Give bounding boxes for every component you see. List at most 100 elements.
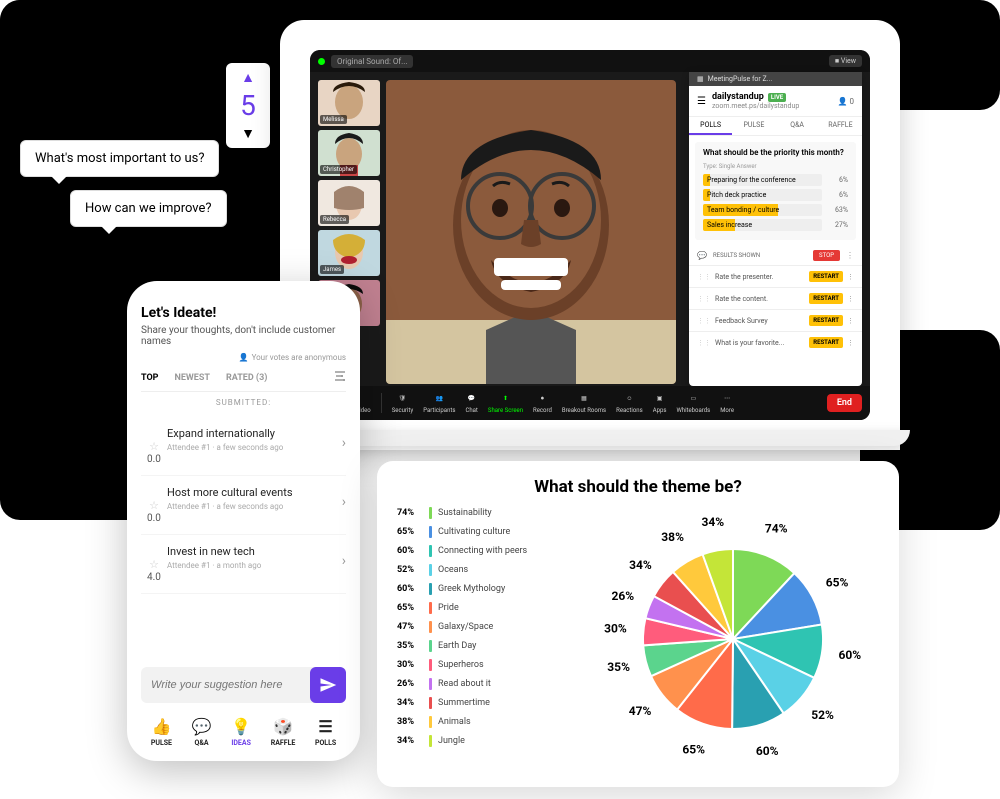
nav-ideas[interactable]: 💡IDEAS <box>231 717 251 747</box>
chat-icon: 💬 <box>192 717 212 736</box>
legend-item: 65%Cultivating culture <box>397 526 587 538</box>
legend-item: 26%Read about it <box>397 678 587 690</box>
share-screen-button[interactable]: ⬆Share Screen <box>488 393 523 414</box>
legend-item: 47%Galaxy/Space <box>397 621 587 633</box>
thumbs-up-icon: 👍 <box>151 717 171 736</box>
idea-item[interactable]: ☆0.0Expand internationallyAttendee #1 · … <box>141 417 346 476</box>
speech-bubble-1: What's most important to us? <box>20 140 219 177</box>
suggestion-input[interactable] <box>141 669 310 701</box>
whiteboards-button[interactable]: ▭Whiteboards <box>676 393 710 414</box>
svg-text:60%: 60% <box>756 744 779 758</box>
chart-title: What should the theme be? <box>397 477 879 497</box>
poll-option-bar[interactable]: Team bonding / culture <box>703 204 822 216</box>
tab-top[interactable]: TOP <box>141 373 158 383</box>
send-button[interactable] <box>310 667 346 703</box>
idea-title: Expand internationally <box>167 427 342 440</box>
idea-meta: Attendee #1 · a few seconds ago <box>167 443 342 452</box>
zoom-title: Original Sound: Of... <box>331 55 413 68</box>
poll-list-item[interactable]: ⋮⋮Rate the presenter.RESTART⋮ <box>689 265 862 287</box>
restart-button[interactable]: RESTART <box>809 271 843 282</box>
restart-button[interactable]: RESTART <box>809 315 843 326</box>
sort-tabs: TOP NEWEST RATED (3) <box>141 370 346 392</box>
participants-button[interactable]: 👥Participants <box>423 393 455 414</box>
more-icon[interactable]: ⋮ <box>846 251 854 260</box>
more-icon[interactable]: ⋮ <box>847 295 854 303</box>
chat-icon: 💬 <box>466 393 478 405</box>
participant-thumb[interactable]: Christopher <box>318 130 380 176</box>
more-icon[interactable]: ⋮ <box>847 339 854 347</box>
view-button[interactable]: ■ View <box>829 55 862 67</box>
anon-label: 👤Your votes are anonymous <box>141 353 346 362</box>
poll-option-bar[interactable]: Sales increase <box>703 219 822 231</box>
star-icon[interactable]: ☆ <box>141 559 167 570</box>
nav-pulse[interactable]: 👍PULSE <box>151 717 172 747</box>
more-icon[interactable]: ⋮ <box>847 317 854 325</box>
record-button[interactable]: ⏺Record <box>533 393 552 414</box>
filter-icon[interactable] <box>334 370 346 385</box>
tab-rated[interactable]: RATED (3) <box>226 373 267 383</box>
thumb-name: Rebecca <box>320 215 349 224</box>
panel-tab[interactable]: ▦ MeetingPulse for Z... <box>689 72 862 86</box>
poll-list-item[interactable]: ⋮⋮Feedback SurveyRESTART⋮ <box>689 309 862 331</box>
legend-item: 34%Summertime <box>397 697 587 709</box>
legend-item: 65%Pride <box>397 602 587 614</box>
idea-item[interactable]: ☆4.0Invest in new techAttendee #1 · a mo… <box>141 535 346 594</box>
nav-raffle[interactable]: 🎲RAFFLE <box>271 717 296 747</box>
stepper-up-icon[interactable]: ▲ <box>241 69 255 86</box>
laptop-base <box>270 430 910 446</box>
panel-header: ☰ dailystandup LIVE zoom.meet.ps/dailyst… <box>689 86 862 117</box>
idea-item[interactable]: ☆0.0Host more cultural eventsAttendee #1… <box>141 476 346 535</box>
more-icon[interactable]: ⋮ <box>847 273 854 281</box>
poll-question: What should be the priority this month? <box>703 148 848 157</box>
star-icon[interactable]: ☆ <box>141 441 167 452</box>
participant-thumb[interactable]: Melissa <box>318 80 380 126</box>
reactions-button[interactable]: ☺Reactions <box>616 393 643 414</box>
legend-item: 35%Earth Day <box>397 640 587 652</box>
panel-tab-label: MeetingPulse for Z... <box>708 75 773 83</box>
poll-list-item[interactable]: ⋮⋮What is your favorite...RESTART⋮ <box>689 331 862 353</box>
svg-text:38%: 38% <box>661 530 684 544</box>
legend-item: 30%Superheros <box>397 659 587 671</box>
nav-polls[interactable]: ☰POLLS <box>315 717 336 747</box>
main-speaker-video[interactable] <box>386 80 676 384</box>
idea-score: ☆4.0 <box>141 545 167 583</box>
idea-meta: Attendee #1 · a few seconds ago <box>167 502 342 511</box>
participant-thumb[interactable]: James <box>318 230 380 276</box>
restart-button[interactable]: RESTART <box>809 293 843 304</box>
apps-button[interactable]: ▣Apps <box>653 393 667 414</box>
chart-card: What should the theme be? 74%Sustainabil… <box>377 461 899 787</box>
poll-option-bar[interactable]: Preparing for the conference <box>703 174 822 186</box>
breakout-button[interactable]: ▦Breakout Rooms <box>562 393 606 414</box>
menu-icon[interactable]: ☰ <box>697 96 706 107</box>
poll-list-item[interactable]: ⋮⋮Rate the content.RESTART⋮ <box>689 287 862 309</box>
more-icon: ⋯ <box>721 393 733 405</box>
thumb-name: Melissa <box>320 115 347 124</box>
tab-raffle[interactable]: RAFFLE <box>819 117 862 135</box>
security-button[interactable]: 🛡Security <box>392 393 414 414</box>
tab-pulse[interactable]: PULSE <box>732 117 775 135</box>
breakout-icon: ▦ <box>578 393 590 405</box>
stop-button[interactable]: STOP <box>813 250 840 261</box>
stepper-down-icon[interactable]: ▼ <box>241 125 255 142</box>
speech-bubble-2: How can we improve? <box>70 190 227 227</box>
tab-newest[interactable]: NEWEST <box>174 373 209 383</box>
idea-title: Host more cultural events <box>167 486 342 499</box>
restart-button[interactable]: RESTART <box>809 337 843 348</box>
tab-polls[interactable]: POLLS <box>689 117 732 135</box>
svg-text:34%: 34% <box>629 558 652 572</box>
nav-qa[interactable]: 💬Q&A <box>192 717 212 747</box>
suggestion-input-row <box>141 667 346 703</box>
chat-button[interactable]: 💬Chat <box>465 393 477 414</box>
legend-item: 52%Oceans <box>397 564 587 576</box>
panel-tabs: POLLS PULSE Q&A RAFFLE <box>689 117 862 136</box>
end-button[interactable]: End <box>827 394 862 412</box>
tab-qa[interactable]: Q&A <box>776 117 819 135</box>
star-icon[interactable]: ☆ <box>141 500 167 511</box>
svg-text:60%: 60% <box>838 648 861 662</box>
svg-text:52%: 52% <box>811 708 834 722</box>
poll-option-bar[interactable]: Pitch deck practice <box>703 189 822 201</box>
participant-thumb[interactable]: Rebecca <box>318 180 380 226</box>
idea-meta: Attendee #1 · a month ago <box>167 561 342 570</box>
more-button[interactable]: ⋯More <box>720 393 734 414</box>
thumb-name: James <box>320 265 344 274</box>
